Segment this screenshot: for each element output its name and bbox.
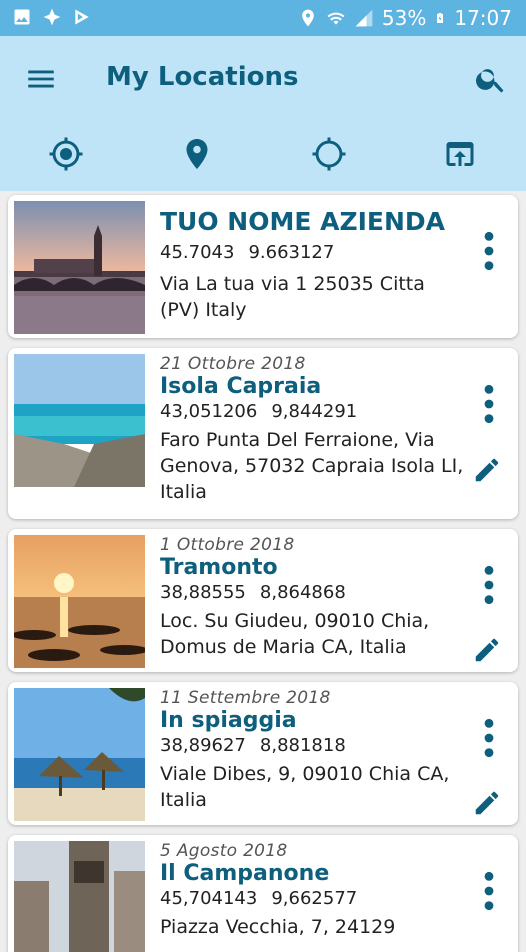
tab-current-location[interactable]: [0, 124, 132, 191]
location-card[interactable]: TUO NOME AZIENDA 45.7043 9.663127 Via La …: [8, 195, 518, 338]
tab-open-in-browser[interactable]: [395, 124, 526, 191]
page-title: My Locations: [106, 62, 299, 92]
edit-pencil-icon[interactable]: [472, 788, 502, 818]
location-card[interactable]: 1 Ottobre 2018 Tramonto 38,88555 8,864868…: [8, 529, 518, 672]
location-name: Il Campanone: [160, 861, 330, 886]
more-options-icon[interactable]: [478, 869, 500, 913]
latitude: 43,051206: [160, 401, 258, 422]
location-photo-sunset: [14, 535, 145, 668]
location-name: In spiaggia: [160, 708, 297, 733]
location-card[interactable]: 5 Agosto 2018 Il Campanone 45,704143 9,66…: [8, 835, 518, 952]
tab-gps-target[interactable]: [263, 124, 395, 191]
wifi-icon: [327, 12, 345, 25]
more-options-icon[interactable]: [478, 382, 500, 426]
location-coordinates: 43,051206 9,844291: [160, 401, 468, 422]
more-options-icon[interactable]: [478, 229, 500, 273]
signal-icon: [355, 9, 373, 27]
play-store-notification-icon: [75, 9, 89, 25]
location-date: 5 Agosto 2018: [160, 841, 288, 861]
location-address: Loc. Su Giudeu, 09010 Chia, Domus de Mar…: [160, 610, 430, 658]
location-name: Isola Capraia: [160, 374, 322, 399]
search-icon[interactable]: [474, 62, 508, 96]
tab-my-locations[interactable]: [132, 124, 264, 191]
more-options-icon[interactable]: [478, 716, 500, 760]
latitude: 38,89627: [160, 735, 246, 756]
latitude: 45,704143: [160, 888, 258, 909]
location-card[interactable]: 11 Settembre 2018 In spiaggia 38,89627 8,…: [8, 682, 518, 825]
longitude: 9,662577: [271, 888, 358, 909]
location-address: Via La tua via 1 25035 Citta (PV) Italy: [160, 273, 425, 321]
edit-pencil-icon[interactable]: [472, 455, 502, 485]
more-options-icon[interactable]: [478, 563, 500, 607]
location-photo-london: [14, 201, 145, 334]
edit-pencil-icon[interactable]: [472, 635, 502, 665]
battery-charging-icon: [437, 13, 444, 23]
location-date: 1 Ottobre 2018: [160, 535, 295, 555]
app-bar: My Locations: [0, 36, 526, 277]
gps-not-fixed-icon: [312, 137, 346, 171]
location-address: Viale Dibes, 9, 09010 Chia CA, Italia: [160, 763, 450, 811]
longitude: 9.663127: [248, 242, 335, 263]
gps-fixed-icon: [49, 137, 83, 171]
location-status-icon: [302, 9, 314, 27]
image-notification-icon: [14, 9, 30, 25]
status-bar: 53% 17:07: [0, 0, 526, 36]
longitude: 8,881818: [259, 735, 346, 756]
location-coordinates: 38,89627 8,881818: [160, 735, 468, 756]
location-photo-capraia: [14, 354, 145, 487]
location-address: Faro Punta Del Ferraione, Via Genova, 57…: [160, 429, 464, 503]
location-coordinates: 45.7043 9.663127: [160, 242, 468, 263]
location-photo-campanone: [14, 841, 145, 952]
hamburger-menu-icon[interactable]: [24, 62, 58, 96]
location-date: 21 Ottobre 2018: [160, 354, 306, 374]
location-name: Tramonto: [160, 555, 278, 580]
latitude: 45.7043: [160, 242, 235, 263]
battery-percent: 53%: [381, 6, 427, 30]
longitude: 8,864868: [259, 582, 346, 603]
pinwheel-notification-icon: [43, 8, 61, 26]
location-address: Piazza Vecchia, 7, 24129: [160, 916, 396, 938]
longitude: 9,844291: [271, 401, 358, 422]
place-pin-icon: [186, 139, 208, 169]
clock: 17:07: [454, 6, 512, 30]
location-coordinates: 38,88555 8,864868: [160, 582, 468, 603]
location-photo-beach: [14, 688, 145, 821]
latitude: 38,88555: [160, 582, 246, 603]
location-date: 11 Settembre 2018: [160, 688, 331, 708]
location-card[interactable]: 21 Ottobre 2018 Isola Capraia 43,051206 9…: [8, 348, 518, 519]
location-coordinates: 45,704143 9,662577: [160, 888, 468, 909]
open-in-browser-icon: [446, 142, 474, 166]
location-name: TUO NOME AZIENDA: [160, 207, 446, 236]
tab-bar: [0, 124, 526, 277]
